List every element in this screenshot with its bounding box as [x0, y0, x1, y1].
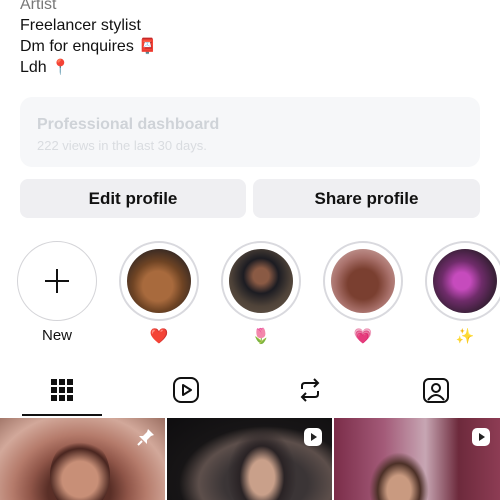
sparkles-emoji: ✨	[455, 327, 475, 345]
highlight-label: New	[41, 327, 72, 344]
highlight-ring[interactable]	[221, 241, 301, 321]
post-thumbnail-1[interactable]	[0, 418, 165, 500]
post-photo-subject	[50, 438, 110, 500]
tab-reposts[interactable]	[290, 370, 330, 410]
post-photo-subject	[369, 452, 429, 500]
bio-line-1: Freelancer stylist	[20, 17, 141, 34]
highlight-1[interactable]: ❤️	[119, 241, 199, 346]
bio-category: Artist	[20, 0, 57, 13]
pin-icon	[137, 429, 154, 446]
reels-icon	[173, 377, 199, 403]
highlight-2[interactable]: 🌷	[221, 241, 301, 346]
post-thumbnail-2[interactable]	[167, 418, 332, 500]
red-heart-emoji: ❤️	[149, 327, 169, 345]
reel-icon	[472, 428, 490, 446]
active-tab-indicator	[22, 414, 102, 416]
highlight-thumbnail	[331, 249, 395, 313]
tab-grid[interactable]	[42, 370, 82, 410]
dashboard-title: Professional dashboard	[37, 116, 220, 133]
tab-tagged[interactable]	[416, 370, 456, 410]
reel-badge	[470, 426, 492, 448]
highlight-thumbnail	[229, 249, 293, 313]
profile-tabs	[0, 360, 500, 418]
highlight-ring[interactable]	[425, 241, 500, 321]
post-thumbnail-3[interactable]	[334, 418, 500, 500]
edit-profile-button[interactable]: Edit profile	[20, 179, 246, 218]
plus-icon	[45, 269, 69, 293]
tab-reels[interactable]	[166, 370, 206, 410]
bio-line-3: Ldh 📍	[20, 57, 157, 78]
highlight-3[interactable]: 💗	[323, 241, 403, 346]
highlight-4[interactable]: ✨	[425, 241, 500, 346]
profile-bio: Artist Freelancer stylist Dm for enquire…	[20, 0, 157, 78]
new-highlight-ring[interactable]	[17, 241, 97, 321]
post-photo-subject	[227, 428, 297, 500]
tulip-emoji: 🌷	[251, 327, 271, 345]
bio-line-2-text: Dm for enquires	[20, 38, 134, 55]
pin-emoji: 📍	[51, 58, 70, 76]
share-profile-button[interactable]: Share profile	[253, 179, 480, 218]
highlight-ring[interactable]	[323, 241, 403, 321]
posts-grid	[0, 418, 500, 500]
highlight-thumbnail	[127, 249, 191, 313]
grid-icon	[51, 379, 73, 401]
reel-icon	[304, 428, 322, 446]
bio-line-2: Dm for enquires 📮	[20, 36, 157, 57]
highlight-new[interactable]: New	[17, 241, 97, 346]
highlight-thumbnail	[433, 249, 497, 313]
pinned-badge	[135, 426, 157, 448]
postbox-emoji: 📮	[138, 37, 157, 55]
dashboard-subtitle: 222 views in the last 30 days.	[37, 138, 207, 153]
pink-heart-emoji: 💗	[353, 327, 373, 345]
reposts-icon	[300, 378, 320, 402]
highlight-ring[interactable]	[119, 241, 199, 321]
tagged-icon	[423, 378, 449, 403]
reel-badge	[302, 426, 324, 448]
bio-line-3-text: Ldh	[20, 59, 47, 76]
professional-dashboard[interactable]: Professional dashboard 222 views in the …	[20, 97, 480, 167]
